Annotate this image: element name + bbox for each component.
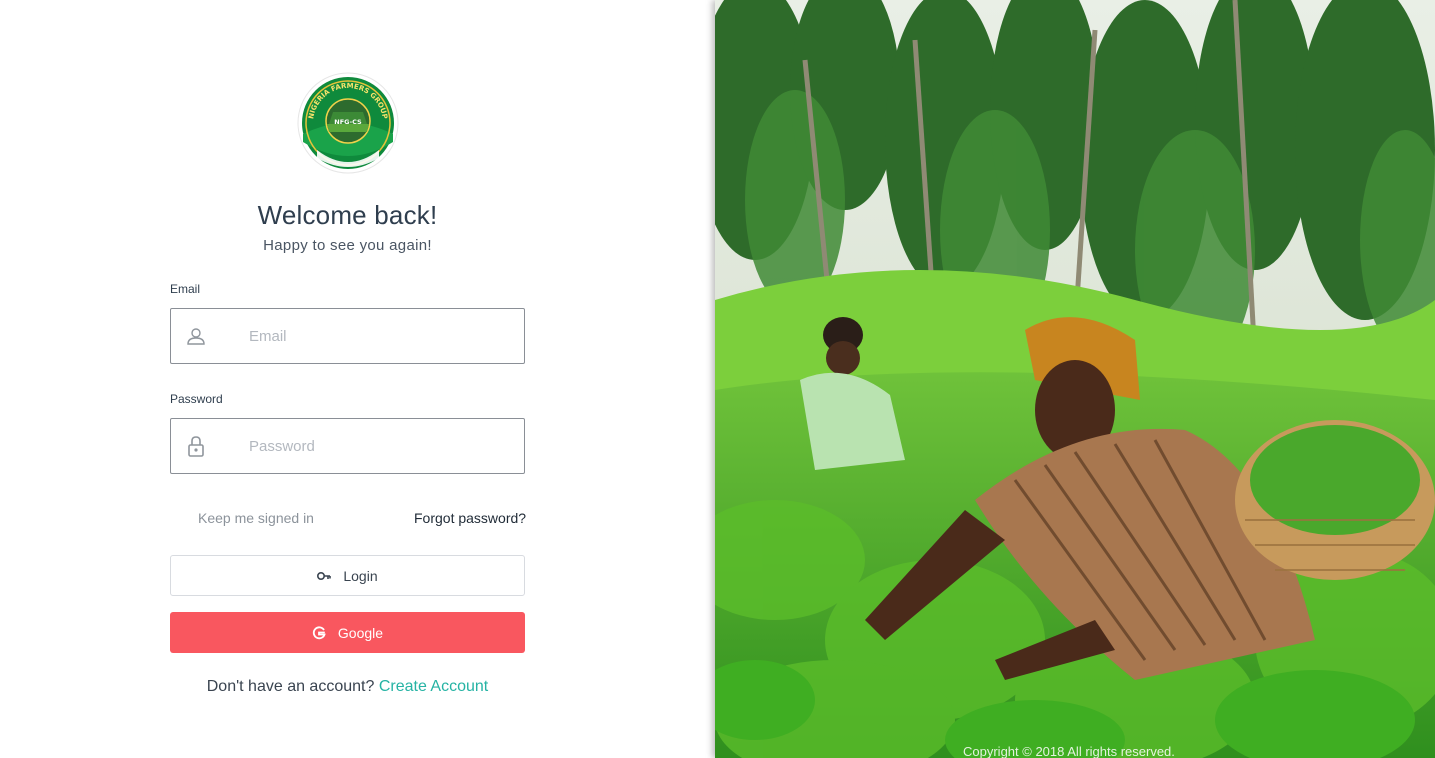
email-input[interactable] [249, 309, 509, 363]
login-button[interactable]: Login [170, 555, 525, 596]
key-icon [317, 571, 332, 581]
signup-row: Don't have an account? Create Account [0, 678, 695, 696]
logo-center-text: NFG-CS [334, 118, 362, 126]
lock-icon [185, 435, 207, 457]
keep-signed-in-checkbox[interactable]: Keep me signed in [198, 510, 314, 526]
create-account-link[interactable]: Create Account [379, 678, 488, 695]
organization-logo: NIGERIA FARMERS GROUP NFG-CS [297, 72, 399, 174]
signup-prompt: Don't have an account? [206, 678, 375, 695]
copyright-text: Copyright © 2018 All rights reserved. [963, 744, 1175, 758]
tea-farmers-photo [715, 0, 1435, 758]
page-subtitle: Happy to see you again! [263, 237, 432, 254]
email-field[interactable] [170, 308, 525, 364]
password-label: Password [170, 392, 223, 406]
forgot-password-link[interactable]: Forgot password? [414, 510, 526, 526]
google-g-icon [312, 625, 326, 640]
login-panel: NIGERIA FARMERS GROUP NFG-CS Welcome bac… [0, 0, 715, 758]
password-input[interactable] [249, 419, 509, 473]
google-login-button[interactable]: Google [170, 612, 525, 653]
email-label: Email [170, 282, 201, 296]
page-title: Welcome back! [257, 200, 438, 230]
user-icon [185, 325, 207, 347]
password-field[interactable] [170, 418, 525, 474]
google-label: Google [337, 624, 384, 641]
hero-image: Copyright © 2018 All rights reserved. [715, 0, 1435, 758]
login-label: Login [343, 567, 378, 584]
